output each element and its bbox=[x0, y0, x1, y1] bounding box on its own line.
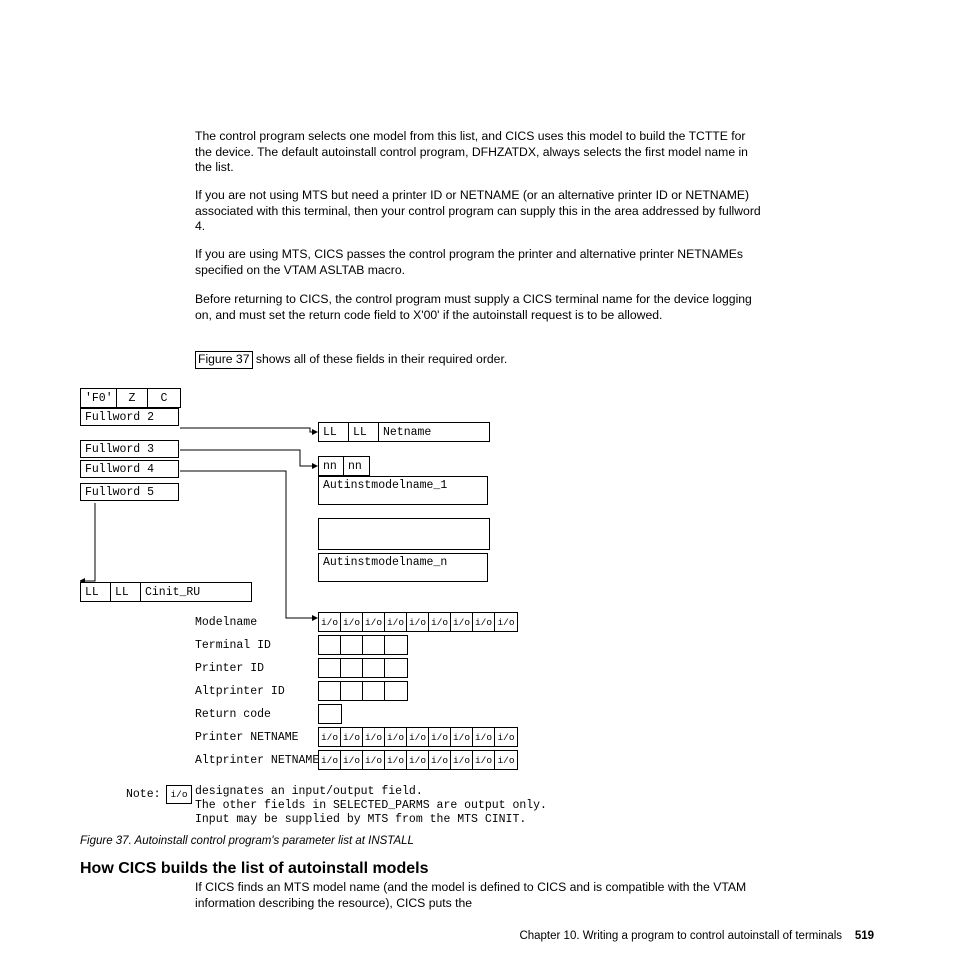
note-io-box: i/o bbox=[166, 785, 192, 804]
label-retcode: Return code bbox=[195, 708, 271, 721]
cell: LL bbox=[349, 423, 379, 441]
cell: Cinit_RU bbox=[141, 583, 251, 601]
io-cell: i/o bbox=[473, 728, 495, 746]
io-cell: i/o bbox=[495, 751, 517, 769]
page: The control program selects one model fr… bbox=[0, 0, 954, 954]
printerid-cells bbox=[318, 658, 408, 678]
autinstmodel-n: Autinstmodelname_n bbox=[318, 553, 488, 582]
paragraph: If you are using MTS, CICS passes the co… bbox=[195, 247, 765, 278]
page-footer: Chapter 10. Writing a program to control… bbox=[519, 930, 874, 942]
footer-chapter: Chapter 10. Writing a program to control… bbox=[519, 930, 842, 942]
io-cell: i/o bbox=[363, 613, 385, 631]
label-modelname: Modelname bbox=[195, 616, 257, 629]
footer-page-number: 519 bbox=[855, 930, 874, 942]
io-cell: i/o bbox=[319, 751, 341, 769]
cell: nn bbox=[344, 457, 369, 475]
note-label: Note: bbox=[126, 788, 161, 801]
blank-cell bbox=[363, 682, 385, 700]
io-cell: i/o bbox=[495, 728, 517, 746]
paragraph: If you are not using MTS but need a prin… bbox=[195, 188, 765, 235]
blank-cell bbox=[363, 636, 385, 654]
blank-cell bbox=[319, 659, 341, 677]
text: shows all of these fields in their requi… bbox=[253, 352, 508, 366]
blank-cell bbox=[341, 659, 363, 677]
nn-row: nn nn bbox=[318, 456, 370, 476]
io-cell: i/o bbox=[429, 751, 451, 769]
retcode-cells bbox=[318, 704, 342, 724]
blank-cell bbox=[341, 682, 363, 700]
heading-h2: How CICS builds the list of autoinstall … bbox=[80, 860, 428, 878]
modelname-cells: i/o i/o i/o i/o i/o i/o i/o i/o i/o bbox=[318, 612, 518, 632]
figure-caption: Figure 37. Autoinstall control program's… bbox=[80, 835, 414, 847]
blank-cell bbox=[319, 705, 341, 723]
fullword1: 'F0' Z C bbox=[80, 388, 181, 408]
cell: Z bbox=[117, 389, 148, 407]
label-altprinternet: Altprinter NETNAME bbox=[195, 754, 319, 767]
io-cell: i/o bbox=[473, 751, 495, 769]
fullword5: Fullword 5 bbox=[80, 483, 179, 501]
altprinternet-cells: i/o i/o i/o i/o i/o i/o i/o i/o i/o bbox=[318, 750, 518, 770]
label-altprinterid: Altprinter ID bbox=[195, 685, 285, 698]
io-cell: i/o bbox=[407, 613, 429, 631]
paragraph: If CICS finds an MTS model name (and the… bbox=[195, 880, 765, 911]
io-cell: i/o bbox=[319, 728, 341, 746]
blank-cell bbox=[363, 659, 385, 677]
blank-cell bbox=[319, 636, 341, 654]
cinit-row: LL LL Cinit_RU bbox=[80, 582, 252, 602]
cell: 'F0' bbox=[81, 389, 117, 407]
io-cell: i/o bbox=[341, 613, 363, 631]
label-printerid: Printer ID bbox=[195, 662, 264, 675]
cell: LL bbox=[319, 423, 349, 441]
cell: LL bbox=[81, 583, 111, 601]
io-cell: i/o bbox=[429, 613, 451, 631]
io-cell: i/o bbox=[429, 728, 451, 746]
io-cell: i/o bbox=[385, 613, 407, 631]
cell: LL bbox=[111, 583, 141, 601]
io-cell: i/o bbox=[451, 613, 473, 631]
io-cell: i/o bbox=[495, 613, 517, 631]
io-cell: i/o bbox=[451, 728, 473, 746]
io-cell: i/o bbox=[363, 728, 385, 746]
io-cell: i/o bbox=[407, 728, 429, 746]
cell: Netname bbox=[379, 423, 489, 441]
blank-cell bbox=[385, 636, 407, 654]
paragraph: Figure 37 shows all of these fields in t… bbox=[195, 351, 765, 369]
autinstmodel-gap bbox=[318, 518, 490, 550]
io-cell: i/o bbox=[451, 751, 473, 769]
io-cell: i/o bbox=[407, 751, 429, 769]
io-cell: i/o bbox=[473, 613, 495, 631]
paragraph: Before returning to CICS, the control pr… bbox=[195, 292, 765, 323]
printernet-cells: i/o i/o i/o i/o i/o i/o i/o i/o i/o bbox=[318, 727, 518, 747]
paragraph: The control program selects one model fr… bbox=[195, 129, 765, 176]
note-text: designates an input/output field. The ot… bbox=[195, 785, 547, 826]
figure-reference-link[interactable]: Figure 37 bbox=[195, 351, 253, 369]
io-cell: i/o bbox=[385, 728, 407, 746]
io-cell: i/o bbox=[167, 786, 191, 803]
fullword2: Fullword 2 bbox=[80, 408, 179, 426]
label-printernet: Printer NETNAME bbox=[195, 731, 299, 744]
fullword4: Fullword 4 bbox=[80, 460, 179, 478]
terminalid-cells bbox=[318, 635, 408, 655]
blank-cell bbox=[385, 682, 407, 700]
io-cell: i/o bbox=[341, 728, 363, 746]
io-cell: i/o bbox=[363, 751, 385, 769]
figure-diagram: 'F0' Z C Fullword 2 Fullword 3 Fullword … bbox=[80, 388, 880, 838]
io-cell: i/o bbox=[319, 613, 341, 631]
altprinterid-cells bbox=[318, 681, 408, 701]
fullword3: Fullword 3 bbox=[80, 440, 179, 458]
label-terminalid: Terminal ID bbox=[195, 639, 271, 652]
io-cell: i/o bbox=[341, 751, 363, 769]
autinstmodel-1: Autinstmodelname_1 bbox=[318, 476, 488, 505]
cell: C bbox=[148, 389, 180, 407]
netname-row: LL LL Netname bbox=[318, 422, 490, 442]
cell: nn bbox=[319, 457, 344, 475]
io-cell: i/o bbox=[385, 751, 407, 769]
blank-cell bbox=[319, 682, 341, 700]
blank-cell bbox=[341, 636, 363, 654]
blank-cell bbox=[385, 659, 407, 677]
